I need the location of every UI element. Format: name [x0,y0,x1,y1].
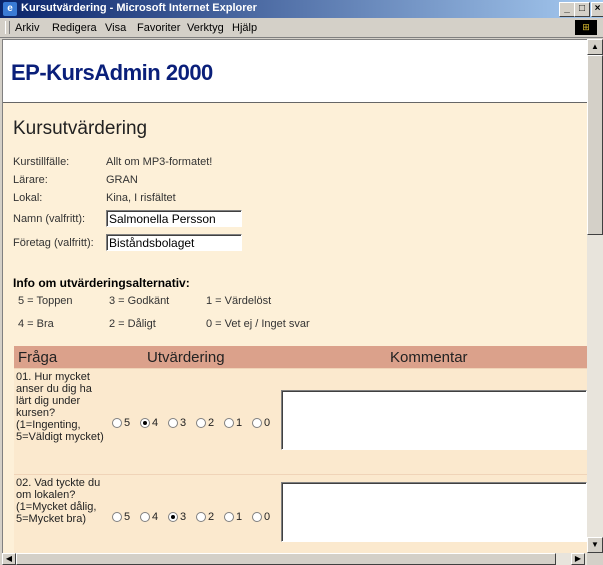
legend-item: 3 = Godkänt [109,295,170,307]
rating-info-heading: Info om utvärderingsalternativ: [13,276,190,290]
scroll-down-icon[interactable]: ▼ [587,537,603,553]
legend-item: 2 = Dåligt [109,318,156,330]
ie-icon: e [3,2,17,16]
teacher-value: GRAN [106,174,138,186]
table-header: Fråga Utvärdering Kommentar [14,346,587,368]
radio-icon [196,512,206,523]
room-label: Lokal: [13,192,43,204]
column-header-comment: Kommentar [390,349,468,366]
column-header-rating: Utvärdering [147,349,225,366]
radio-icon [140,512,150,523]
radio-icon [112,418,122,429]
maximize-button[interactable]: □ [574,2,590,17]
page-viewport: EP-KursAdmin 2000 Kursutvärdering Kursti… [2,39,587,554]
room-value: Kina, I risfältet [106,192,176,204]
close-button[interactable]: × [591,2,603,17]
radio-icon [224,512,234,523]
menu-visa[interactable]: Visa [105,22,126,34]
rating-option-2[interactable]: 2 [196,417,214,429]
windows-logo-icon: ⊞ [575,20,597,35]
legend-item: 4 = Bra [18,318,54,330]
menu-redigera[interactable]: Redigera [52,22,97,34]
menu-favoriter[interactable]: Favoriter [137,22,180,34]
scroll-up-icon[interactable]: ▲ [587,39,603,55]
rating-option-0[interactable]: 0 [252,511,270,523]
menu-arkiv[interactable]: Arkiv [15,22,39,34]
site-brand: EP-KursAdmin 2000 [11,60,213,85]
question-text: 01. Hur mycket anser du dig ha lärt dig … [16,371,104,443]
rating-option-2[interactable]: 2 [196,511,214,523]
rating-option-4[interactable]: 4 [140,417,158,429]
teacher-label: Lärare: [13,174,48,186]
company-field[interactable] [106,234,242,251]
title-bar: e Kursutvärdering - Microsoft Internet E… [0,0,603,18]
table-row: 01. Hur mycket anser du dig ha lärt dig … [14,368,587,474]
rating-option-4[interactable]: 4 [140,511,158,523]
course-instance-label: Kurstillfälle: [13,156,70,168]
scroll-left-icon[interactable]: ◀ [2,553,16,565]
window-title: Kursutvärdering - Microsoft Internet Exp… [21,2,257,14]
name-field[interactable] [106,210,242,227]
legend-item: 5 = Toppen [18,295,73,307]
radio-icon [112,512,122,523]
site-header: EP-KursAdmin 2000 [3,40,587,103]
horizontal-scrollbar[interactable]: ◀ ▶ [2,553,587,565]
course-instance-value: Allt om MP3-formatet! [106,156,213,168]
rating-option-1[interactable]: 1 [224,417,242,429]
page-title: Kursutvärdering [13,118,148,139]
legend-item: 0 = Vet ej / Inget svar [206,318,310,330]
menu-bar: Arkiv Redigera Visa Favoriter Verktyg Hj… [0,18,603,38]
radio-icon [252,418,262,429]
rating-option-5[interactable]: 5 [112,511,130,523]
radio-icon [252,512,262,523]
scroll-right-icon[interactable]: ▶ [571,553,585,565]
vertical-scrollbar[interactable]: ▲ ▼ [587,39,603,553]
horizontal-scroll-thumb[interactable] [16,553,556,565]
radio-checked-icon [140,418,150,429]
menu-hjalp[interactable]: Hjälp [232,22,257,34]
vertical-scroll-thumb[interactable] [587,55,603,235]
radio-icon [196,418,206,429]
rating-option-3[interactable]: 3 [168,511,186,523]
rating-option-5[interactable]: 5 [112,417,130,429]
radio-icon [168,418,178,429]
minimize-button[interactable]: _ [559,2,575,17]
rating-option-0[interactable]: 0 [252,417,270,429]
radio-icon [224,418,234,429]
radio-checked-icon [168,512,178,523]
comment-field[interactable] [281,390,587,450]
question-text: 02. Vad tyckte du om lokalen? (1=Mycket … [16,477,101,525]
rating-option-3[interactable]: 3 [168,417,186,429]
rating-option-1[interactable]: 1 [224,511,242,523]
name-label: Namn (valfritt): [13,213,86,225]
menu-verktyg[interactable]: Verktyg [187,22,224,34]
table-row: 02. Vad tyckte du om lokalen? (1=Mycket … [14,474,587,554]
column-header-question: Fråga [18,349,58,366]
comment-field[interactable] [281,482,587,542]
menu-grip [5,21,10,34]
legend-item: 1 = Värdelöst [206,295,272,307]
company-label: Företag (valfritt): [13,237,94,249]
